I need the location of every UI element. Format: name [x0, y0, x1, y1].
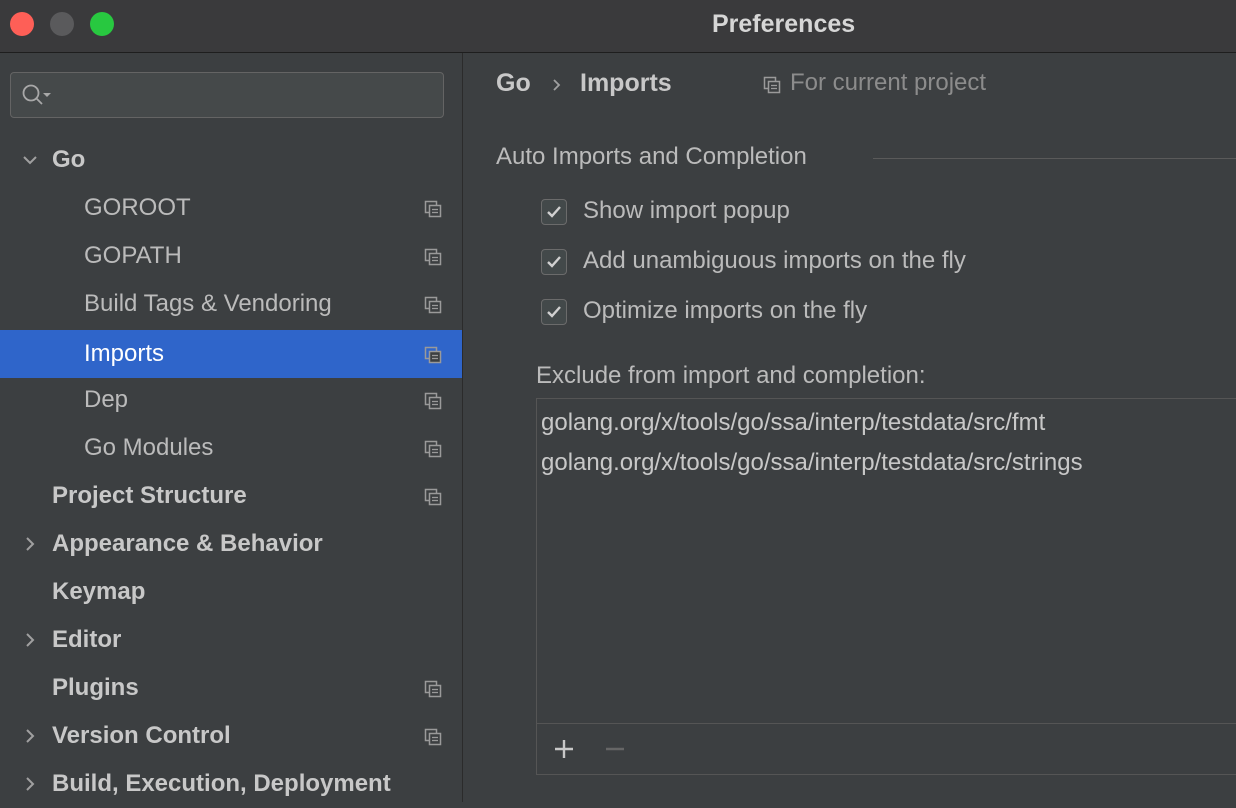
sidebar-item-label: Build Tags & Vendoring [84, 290, 332, 317]
list-item[interactable]: golang.org/x/tools/go/ssa/interp/testdat… [541, 409, 1045, 437]
sidebar-item-gopath[interactable]: GOPATH [0, 232, 462, 280]
sidebar-item-build-tags[interactable]: Build Tags & Vendoring [0, 280, 462, 328]
sidebar-item-imports[interactable]: Imports [0, 330, 462, 378]
project-scope-icon [424, 392, 442, 410]
sidebar-item-label: Dep [84, 386, 129, 413]
project-scope-icon [424, 346, 442, 364]
sidebar-item-editor[interactable]: Editor [0, 616, 462, 664]
window-title: Preferences [712, 10, 856, 38]
remove-icon[interactable] [603, 737, 627, 761]
sidebar-item-label: Plugins [52, 674, 139, 701]
sidebar-item-goroot[interactable]: GOROOT [0, 184, 462, 232]
checkbox-label: Optimize imports on the fly [583, 297, 868, 324]
sidebar-item-plugins[interactable]: Plugins [0, 664, 462, 712]
sidebar-item-label: Project Structure [52, 482, 247, 509]
breadcrumb-parent[interactable]: Go [496, 69, 531, 98]
add-unambiguous-imports-checkbox[interactable] [541, 249, 567, 275]
breadcrumb-separator-icon [553, 79, 561, 91]
optimize-imports-checkbox[interactable] [541, 299, 567, 325]
sidebar-item-label: Keymap [52, 578, 146, 605]
sidebar-item-label: Go Modules [84, 434, 214, 461]
settings-content: Go Imports For current project Auto Impo… [463, 53, 1236, 802]
search-input[interactable] [10, 72, 444, 118]
chevron-right-icon[interactable] [20, 774, 40, 794]
sidebar-item-build-execution[interactable]: Build, Execution, Deployment [0, 760, 462, 808]
sidebar-item-go-modules[interactable]: Go Modules [0, 424, 462, 472]
project-scope-icon [424, 680, 442, 698]
chevron-right-icon[interactable] [20, 630, 40, 650]
add-icon[interactable] [552, 737, 576, 761]
list-item[interactable]: golang.org/x/tools/go/ssa/interp/testdat… [541, 449, 1083, 477]
sidebar-item-go[interactable]: Go [0, 136, 462, 184]
show-import-popup-checkbox[interactable] [541, 199, 567, 225]
project-scope-icon [424, 296, 442, 314]
section-divider [873, 158, 1236, 159]
title-bar: Preferences [0, 0, 1236, 53]
sidebar-item-appearance[interactable]: Appearance & Behavior [0, 520, 462, 568]
sidebar-item-label: Editor [52, 626, 122, 653]
project-scope-icon [424, 440, 442, 458]
checkbox-label: Show import popup [583, 197, 790, 224]
page-title: Imports [580, 69, 672, 97]
checkmark-icon [545, 203, 563, 221]
chevron-down-icon[interactable] [20, 150, 40, 170]
checkbox-label: Add unambiguous imports on the fly [583, 247, 966, 274]
chevron-right-icon[interactable] [20, 534, 40, 554]
sidebar-item-label: GOROOT [84, 194, 191, 221]
sidebar-item-version-control[interactable]: Version Control [0, 712, 462, 760]
chevron-right-icon[interactable] [20, 726, 40, 746]
settings-sidebar: Go GOROOT GOPATH Build Tags & Vendoring … [0, 53, 463, 802]
checkmark-icon [545, 303, 563, 321]
exclude-list-label: Exclude from import and completion: [536, 362, 926, 389]
sidebar-item-label: Go [52, 146, 86, 173]
project-scope-icon [763, 76, 781, 94]
sidebar-item-project-structure[interactable]: Project Structure [0, 472, 462, 520]
project-scope-icon [424, 728, 442, 746]
search-icon [22, 84, 51, 105]
list-toolbar [537, 723, 1236, 774]
checkmark-icon [545, 253, 563, 271]
exclude-list[interactable]: golang.org/x/tools/go/ssa/interp/testdat… [536, 398, 1236, 775]
scope-label: For current project [790, 69, 987, 96]
sidebar-item-dep[interactable]: Dep [0, 376, 462, 424]
project-scope-icon [424, 200, 442, 218]
sidebar-item-label: GOPATH [84, 242, 182, 269]
sidebar-item-label: Imports [84, 340, 165, 367]
sidebar-item-label: Version Control [52, 722, 231, 749]
sidebar-item-label: Build, Execution, Deployment [52, 770, 391, 797]
sidebar-item-keymap[interactable]: Keymap [0, 568, 462, 616]
project-scope-icon [424, 488, 442, 506]
section-title: Auto Imports and Completion [496, 143, 807, 170]
project-scope-icon [424, 248, 442, 266]
sidebar-item-label: Appearance & Behavior [52, 530, 323, 557]
